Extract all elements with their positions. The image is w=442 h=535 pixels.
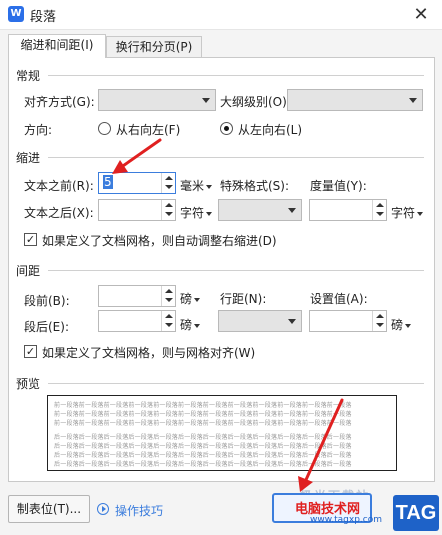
chevron-down-icon [288,319,296,324]
chevron-down-icon[interactable] [376,323,384,327]
spinner-buttons[interactable] [161,200,175,220]
space-after-unit-text: 磅 [180,318,193,332]
indent-before-label: 文本之前(R): [24,179,94,193]
space-before-spinner[interactable] [98,285,176,307]
chevron-up-icon[interactable] [165,289,173,293]
indent-before-unit[interactable]: 毫米 [180,177,213,194]
divider [48,75,424,76]
title-bar [0,0,442,30]
preview-line: 后一段落后一段落后一段落后一段落后一段落后一段落后一段落后一段落后一段落后一段落… [54,452,352,459]
spinner-buttons[interactable] [161,173,175,193]
spinner-buttons[interactable] [161,286,175,306]
chevron-down-icon[interactable] [165,323,173,327]
indent-grid-checkbox[interactable]: ✓ [24,233,37,246]
chevron-down-icon [288,208,296,213]
chevron-down-icon[interactable] [165,298,173,302]
space-before-unit-text: 磅 [180,292,193,306]
special-format-select[interactable] [218,199,302,221]
spinner-buttons[interactable] [372,200,386,220]
watermark-url: www.tagxp.com [310,515,382,525]
chevron-down-icon[interactable] [376,212,384,216]
preview-line: 前一段落前一段落前一段落前一段落前一段落前一段落前一段落前一段落前一段落前一段落… [54,420,352,427]
preview-line: 后一段落后一段落后一段落后一段落后一段落后一段落后一段落后一段落后一段落后一段落… [54,434,352,441]
space-before-label: 段前(B): [24,294,70,308]
caret-down-icon [206,211,213,216]
close-button[interactable]: ✕ [404,2,438,28]
tab-indent-spacing[interactable]: 缩进和间距(I) [8,34,106,58]
chevron-down-icon[interactable] [165,212,173,216]
tips-link[interactable]: 操作技巧 [115,502,163,519]
line-spacing-label: 行距(N): [220,292,267,306]
caret-down-icon [194,297,201,302]
space-after-spinner[interactable] [98,310,176,332]
spinner-buttons[interactable] [372,311,386,331]
chevron-up-icon[interactable] [165,203,173,207]
preview-line: 前一段落前一段落前一段落前一段落前一段落前一段落前一段落前一段落前一段落前一段落… [54,402,352,409]
indent-after-label: 文本之后(X): [24,206,94,220]
spacing-grid-label: 如果定义了文档网格，则与网格对齐(W) [42,346,256,360]
setting-value-label: 设置值(A): [310,292,368,306]
indent-before-value[interactable]: 5 [103,175,113,189]
chevron-up-icon[interactable] [165,176,173,180]
preview-line: 后一段落后一段落后一段落后一段落后一段落后一段落后一段落后一段落后一段落后一段落… [54,443,352,450]
indent-after-unit-text: 字符 [180,206,205,220]
ltr-radio[interactable] [220,122,233,135]
indent-before-unit-text: 毫米 [180,179,205,193]
setting-value-unit-text: 磅 [391,318,404,332]
divider [48,270,424,271]
section-spacing: 间距 [16,264,41,278]
divider [48,383,424,384]
tab-stops-button[interactable]: 制表位(T)... [8,495,90,523]
section-preview: 预览 [16,377,41,391]
outline-level-select[interactable] [287,89,423,111]
chevron-down-icon[interactable] [165,185,173,189]
caret-down-icon [405,323,412,328]
chevron-up-icon[interactable] [376,314,384,318]
caret-down-icon [417,211,424,216]
alignment-label: 对齐方式(G): [24,95,95,109]
preview-box: 前一段落前一段落前一段落前一段落前一段落前一段落前一段落前一段落前一段落前一段落… [47,395,397,471]
play-tip-icon[interactable] [97,503,109,515]
wps-writer-icon: W [8,6,24,22]
special-format-label: 特殊格式(S): [220,179,290,193]
spinner-buttons[interactable] [161,311,175,331]
space-after-label: 段后(E): [24,320,69,334]
dialog-title: 段落 [30,10,57,25]
indent-before-spinner[interactable]: 5 [98,172,176,194]
measure-spinner[interactable] [309,199,387,221]
chevron-up-icon[interactable] [376,203,384,207]
indent-grid-label: 如果定义了文档网格，则自动调整右缩进(D) [42,234,277,248]
caret-down-icon [206,184,213,189]
line-spacing-select[interactable] [218,310,302,332]
chevron-down-icon [409,98,417,103]
outline-level-label: 大纲级别(O): [220,95,291,109]
ltr-label: 从左向右(L) [238,123,303,137]
preview-line: 前一段落前一段落前一段落前一段落前一段落前一段落前一段落前一段落前一段落前一段落… [54,411,352,418]
indent-after-unit[interactable]: 字符 [180,204,213,221]
tab-line-page-breaks[interactable]: 换行和分页(P) [106,36,202,58]
setting-value-unit[interactable]: 磅 [391,316,412,333]
indent-after-spinner[interactable] [98,199,176,221]
chevron-up-icon[interactable] [165,314,173,318]
measure-label: 度量值(Y): [310,179,367,193]
section-general: 常规 [16,69,41,83]
rtl-radio[interactable] [98,122,111,135]
section-indent: 缩进 [16,151,41,165]
chevron-down-icon [202,98,210,103]
divider [48,157,424,158]
spacing-grid-checkbox[interactable]: ✓ [24,345,37,358]
alignment-select[interactable] [98,89,216,111]
rtl-label: 从右向左(F) [116,123,181,137]
measure-unit[interactable]: 字符 [391,204,424,221]
space-after-unit[interactable]: 磅 [180,316,201,333]
watermark-tag-logo: TAG [393,495,439,531]
measure-unit-text: 字符 [391,206,416,220]
direction-label: 方向: [24,123,53,137]
space-before-unit[interactable]: 磅 [180,290,201,307]
preview-line: 后一段落后一段落后一段落后一段落后一段落后一段落后一段落后一段落后一段落后一段落… [54,461,352,468]
setting-value-spinner[interactable] [309,310,387,332]
caret-down-icon [194,323,201,328]
